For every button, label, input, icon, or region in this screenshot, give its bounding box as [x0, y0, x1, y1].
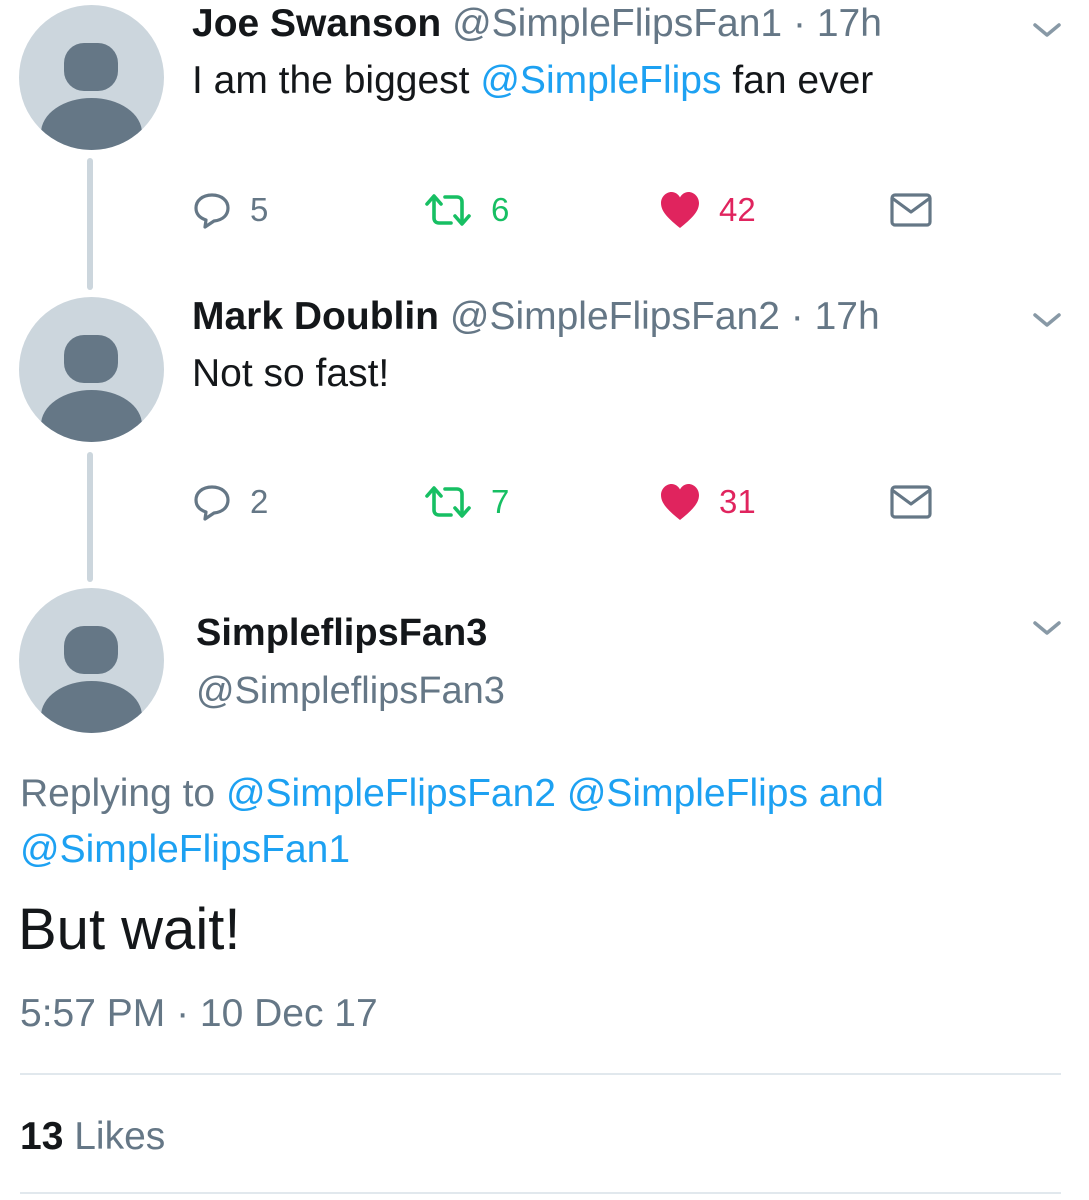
display-name[interactable]: Joe Swanson: [192, 2, 441, 45]
chevron-down-icon[interactable]: [1029, 616, 1065, 640]
user-handle[interactable]: @SimpleflipsFan3: [196, 668, 505, 714]
tweet-timestamp[interactable]: 5:57 PM · 10 Dec 17: [20, 990, 378, 1038]
retweet-button[interactable]: 7: [423, 482, 509, 522]
tweet-header: Joe Swanson @SimpleFlipsFan1 · 17h: [192, 0, 882, 48]
display-name[interactable]: Mark Doublin: [192, 295, 439, 338]
retweet-count: 7: [491, 483, 510, 520]
divider: [20, 1073, 1061, 1075]
reply-count: 5: [250, 191, 269, 228]
direct-message-button[interactable]: [889, 482, 933, 522]
likes-label: Likes: [74, 1115, 166, 1158]
reply-icon: [194, 485, 230, 521]
divider: [20, 1192, 1061, 1194]
likes-summary[interactable]: 13 Likes: [20, 1113, 165, 1161]
separator-dot: ·: [792, 2, 806, 45]
retweet-button[interactable]: 6: [423, 190, 509, 230]
heart-icon: [661, 192, 699, 228]
tweet-time[interactable]: 17h: [815, 295, 880, 338]
retweet-icon: [425, 194, 471, 226]
user-handle[interactable]: @SimpleFlipsFan2: [450, 295, 780, 338]
display-name[interactable]: SimpleflipsFan3: [196, 610, 487, 656]
tweet-text-part: fan ever: [721, 59, 874, 102]
chevron-down-icon[interactable]: [1029, 18, 1065, 42]
avatar-shoulders: [41, 98, 142, 150]
direct-message-button[interactable]: [889, 190, 933, 230]
reply-button[interactable]: 2: [192, 482, 268, 522]
heart-icon: [661, 484, 699, 520]
replying-to: Replying to @SimpleFlipsFan2 @SimpleFlip…: [20, 766, 1070, 878]
tweet-text: I am the biggest @SimpleFlips fan ever: [192, 57, 873, 105]
avatar-head: [64, 626, 118, 674]
retweet-icon: [425, 486, 471, 518]
avatar-shoulders: [41, 390, 142, 442]
like-button[interactable]: 31: [659, 482, 756, 522]
tweet-text: Not so fast!: [192, 352, 390, 395]
reply-icon: [194, 193, 230, 229]
like-count: 31: [719, 483, 756, 520]
chevron-down-icon[interactable]: [1029, 308, 1065, 332]
likes-count: 13: [20, 1115, 64, 1158]
avatar-head: [64, 335, 118, 383]
avatar-shoulders: [41, 681, 142, 733]
tweet-text: But wait!: [18, 897, 241, 962]
avatar[interactable]: [19, 588, 164, 733]
like-count: 42: [719, 191, 756, 228]
tweet-text-part: I am the biggest: [192, 59, 481, 102]
user-handle[interactable]: @SimpleFlipsFan1: [452, 2, 782, 45]
tweet-time[interactable]: 17h: [817, 2, 882, 45]
tweet-header: Mark Doublin @SimpleFlipsFan2 · 17h: [192, 293, 880, 341]
envelope-icon: [890, 193, 932, 227]
avatar[interactable]: [19, 297, 164, 442]
thread-line: [87, 452, 93, 582]
retweet-count: 6: [491, 191, 510, 228]
avatar[interactable]: [19, 5, 164, 150]
separator-dot: ·: [790, 295, 804, 338]
thread-line: [87, 158, 93, 290]
mention-link[interactable]: @SimpleFlips: [480, 59, 721, 102]
envelope-icon: [890, 485, 932, 519]
reply-count: 2: [250, 483, 269, 520]
avatar-head: [64, 43, 118, 91]
reply-button[interactable]: 5: [192, 190, 268, 230]
replying-label: Replying to: [20, 772, 226, 815]
like-button[interactable]: 42: [659, 190, 756, 230]
